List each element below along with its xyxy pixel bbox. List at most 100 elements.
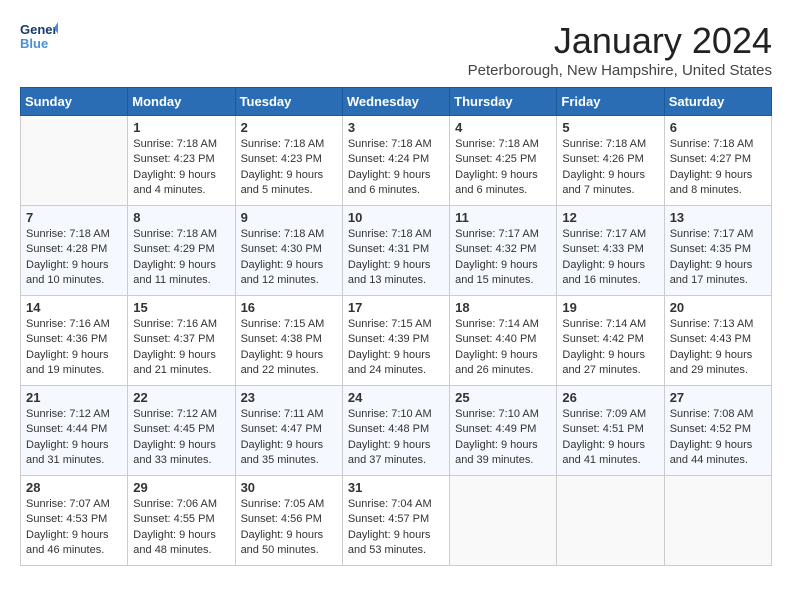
day-number: 7 bbox=[26, 210, 122, 225]
cell-line: Sunrise: 7:04 AM bbox=[348, 498, 432, 510]
cell-line: Daylight: 9 hours bbox=[455, 259, 538, 271]
cell-line: Sunset: 4:33 PM bbox=[562, 243, 643, 255]
cell-content: Sunrise: 7:18 AMSunset: 4:31 PMDaylight:… bbox=[348, 227, 444, 289]
cell-line: Sunrise: 7:05 AM bbox=[241, 498, 325, 510]
cell-line: Sunset: 4:57 PM bbox=[348, 513, 429, 525]
cell-line: Daylight: 9 hours bbox=[455, 439, 538, 451]
month-title: January 2024 bbox=[468, 20, 772, 62]
calendar-cell: 8Sunrise: 7:18 AMSunset: 4:29 PMDaylight… bbox=[128, 206, 235, 296]
cell-line: Sunset: 4:23 PM bbox=[241, 153, 322, 165]
calendar-header-row: SundayMondayTuesdayWednesdayThursdayFrid… bbox=[21, 88, 772, 116]
cell-line: Daylight: 9 hours bbox=[348, 349, 431, 361]
cell-line: Daylight: 9 hours bbox=[133, 169, 216, 181]
cell-line: Sunset: 4:32 PM bbox=[455, 243, 536, 255]
cell-line: Daylight: 9 hours bbox=[26, 349, 109, 361]
title-block: January 2024 Peterborough, New Hampshire… bbox=[468, 20, 772, 79]
day-number: 14 bbox=[26, 300, 122, 315]
cell-content: Sunrise: 7:05 AM Sunset: 4:56 PM Daylight:… bbox=[241, 497, 337, 559]
cell-line: Sunset: 4:38 PM bbox=[241, 333, 322, 345]
cell-line: and 50 minutes. bbox=[241, 544, 319, 556]
day-number: 3 bbox=[348, 120, 444, 135]
calendar-cell bbox=[21, 116, 128, 206]
calendar-cell: 30Sunrise: 7:05 AMSunset: 4:56 PMDayligh… bbox=[235, 476, 342, 566]
cell-line: and 26 minutes. bbox=[455, 364, 533, 376]
day-number: 24 bbox=[348, 390, 444, 405]
day-number: 12 bbox=[562, 210, 658, 225]
cell-line: and 6 minutes. bbox=[455, 184, 527, 196]
calendar-cell: 6Sunrise: 7:18 AMSunset: 4:27 PMDaylight… bbox=[664, 116, 771, 206]
cell-content: Sunrise: 7:16 AMSunset: 4:37 PMDaylight:… bbox=[133, 317, 229, 379]
calendar-body: 1Sunrise: 7:18 AMSunset: 4:23 PMDaylight… bbox=[21, 116, 772, 566]
cell-content: Sunrise: 7:15 AMSunset: 4:39 PMDaylight:… bbox=[348, 317, 444, 379]
cell-line: Sunset: 4:52 PM bbox=[670, 423, 751, 435]
calendar-cell: 23Sunrise: 7:11 AMSunset: 4:47 PMDayligh… bbox=[235, 386, 342, 476]
cell-line: Daylight: 9 hours bbox=[562, 169, 645, 181]
cell-content: Sunrise: 7:14 AMSunset: 4:42 PMDaylight:… bbox=[562, 317, 658, 379]
day-number: 6 bbox=[670, 120, 766, 135]
cell-content: Sunrise: 7:11 AMSunset: 4:47 PMDaylight:… bbox=[241, 407, 337, 469]
cell-line: Sunrise: 7:14 AM bbox=[562, 318, 646, 330]
calendar-cell bbox=[557, 476, 664, 566]
calendar-week-3: 14Sunrise: 7:16 AMSunset: 4:36 PMDayligh… bbox=[21, 296, 772, 386]
cell-line: Daylight: 9 hours bbox=[133, 529, 216, 541]
cell-line: Sunrise: 7:18 AM bbox=[562, 138, 646, 150]
cell-line: and 11 minutes. bbox=[133, 274, 210, 286]
cell-line: Daylight: 9 hours bbox=[670, 439, 753, 451]
cell-line: Sunrise: 7:11 AM bbox=[241, 408, 324, 420]
cell-line: Daylight: 9 hours bbox=[348, 259, 431, 271]
cell-line: and 48 minutes. bbox=[133, 544, 211, 556]
cell-line: Sunrise: 7:18 AM bbox=[455, 138, 539, 150]
day-number: 18 bbox=[455, 300, 551, 315]
cell-line: Daylight: 9 hours bbox=[241, 259, 324, 271]
calendar-week-1: 1Sunrise: 7:18 AMSunset: 4:23 PMDaylight… bbox=[21, 116, 772, 206]
cell-line: Sunset: 4:25 PM bbox=[455, 153, 536, 165]
cell-line: Sunrise: 7:17 AM bbox=[455, 228, 539, 240]
calendar-cell: 18Sunrise: 7:14 AMSunset: 4:40 PMDayligh… bbox=[450, 296, 557, 386]
cell-line: Daylight: 9 hours bbox=[670, 169, 753, 181]
day-number: 28 bbox=[26, 480, 122, 495]
cell-content: Sunrise: 7:08 AMSunset: 4:52 PMDaylight:… bbox=[670, 407, 766, 469]
cell-content: Sunrise: 7:18 AMSunset: 4:25 PMDaylight:… bbox=[455, 137, 551, 199]
cell-content: Sunrise: 7:15 AMSunset: 4:38 PMDaylight:… bbox=[241, 317, 337, 379]
cell-line: and 6 minutes. bbox=[348, 184, 420, 196]
day-number: 16 bbox=[241, 300, 337, 315]
day-number: 25 bbox=[455, 390, 551, 405]
calendar-cell bbox=[450, 476, 557, 566]
cell-line: and 10 minutes. bbox=[26, 274, 104, 286]
cell-line: and 33 minutes. bbox=[133, 454, 211, 466]
cell-content: Sunrise: 7:18 AM Sunset: 4:26 PM Daylight:… bbox=[562, 137, 658, 199]
cell-line: and 4 minutes. bbox=[133, 184, 205, 196]
svg-text:Blue: Blue bbox=[20, 36, 48, 51]
day-number: 26 bbox=[562, 390, 658, 405]
cell-line: Sunset: 4:56 PM bbox=[241, 513, 322, 525]
calendar-cell: 1Sunrise: 7:18 AMSunset: 4:23 PMDaylight… bbox=[128, 116, 235, 206]
day-number: 29 bbox=[133, 480, 229, 495]
cell-line: Sunrise: 7:18 AM bbox=[670, 138, 754, 150]
cell-line: Daylight: 9 hours bbox=[670, 349, 753, 361]
cell-content: Sunrise: 7:18 AMSunset: 4:30 PMDaylight:… bbox=[241, 227, 337, 289]
cell-line: and 22 minutes. bbox=[241, 364, 319, 376]
calendar-cell: 2Sunrise: 7:18 AMSunset: 4:23 PMDaylight… bbox=[235, 116, 342, 206]
cell-line: Sunset: 4:51 PM bbox=[562, 423, 643, 435]
cell-line: and 37 minutes. bbox=[348, 454, 426, 466]
calendar-table: SundayMondayTuesdayWednesdayThursdayFrid… bbox=[20, 87, 772, 566]
cell-line: and 12 minutes. bbox=[241, 274, 319, 286]
cell-line: Sunset: 4:26 PM bbox=[562, 153, 643, 165]
cell-line: Sunrise: 7:12 AM bbox=[26, 408, 110, 420]
calendar-week-4: 21Sunrise: 7:12 AMSunset: 4:44 PMDayligh… bbox=[21, 386, 772, 476]
calendar-cell: 10Sunrise: 7:18 AMSunset: 4:31 PMDayligh… bbox=[342, 206, 449, 296]
logo-icon: General Blue bbox=[20, 20, 58, 52]
cell-line: Sunset: 4:24 PM bbox=[348, 153, 429, 165]
cell-line: Daylight: 9 hours bbox=[241, 529, 324, 541]
cell-line: Daylight: 9 hours bbox=[26, 259, 109, 271]
calendar-cell: 21Sunrise: 7:12 AMSunset: 4:44 PMDayligh… bbox=[21, 386, 128, 476]
cell-line: Daylight: 9 hours bbox=[348, 439, 431, 451]
cell-line: and 46 minutes. bbox=[26, 544, 104, 556]
cell-line: Sunrise: 7:06 AM bbox=[133, 498, 217, 510]
day-number: 27 bbox=[670, 390, 766, 405]
logo: General Blue bbox=[20, 20, 58, 52]
day-number: 31 bbox=[348, 480, 444, 495]
cell-line: Sunset: 4:30 PM bbox=[241, 243, 322, 255]
cell-line: Sunset: 4:23 PM bbox=[133, 153, 214, 165]
cell-line: Daylight: 9 hours bbox=[133, 259, 216, 271]
